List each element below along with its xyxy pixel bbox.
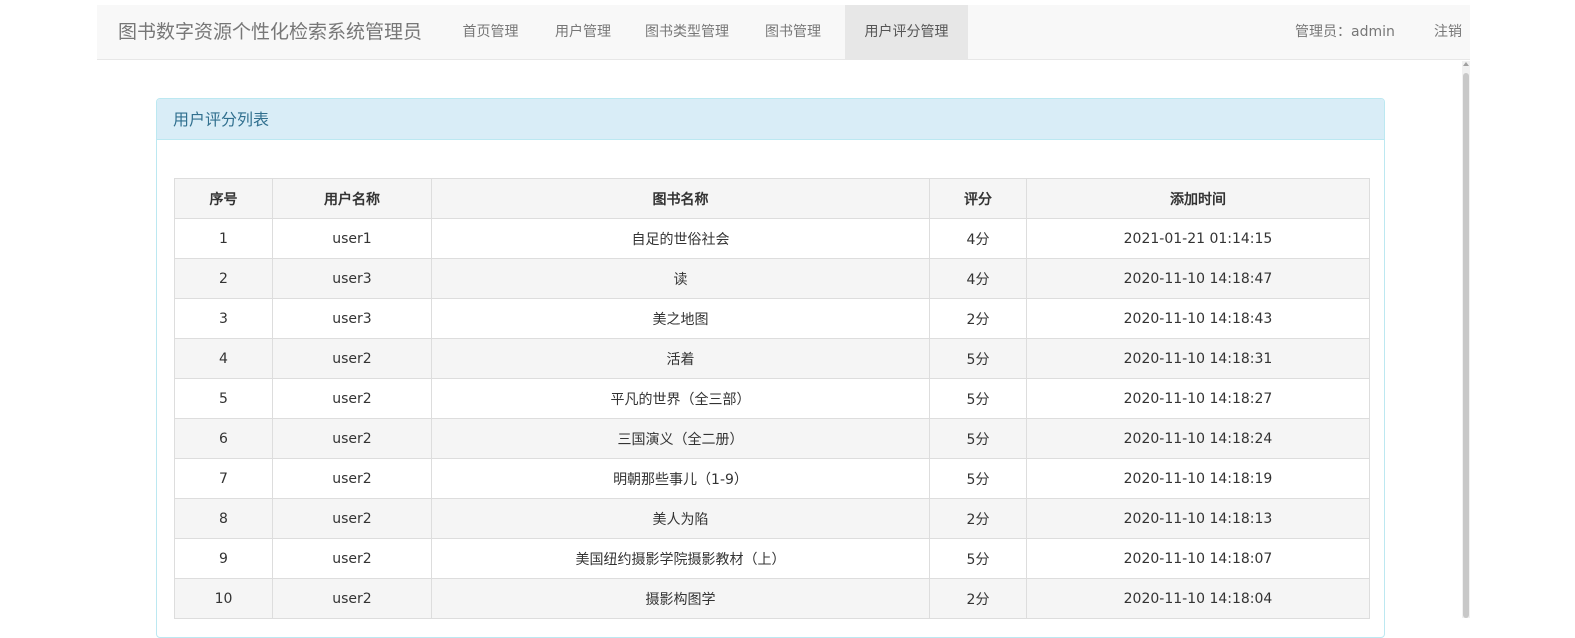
cell-index: 8	[174, 498, 273, 539]
scrollbar-thumb[interactable]	[1463, 73, 1469, 618]
cell-book-name: 平凡的世界（全三部）	[431, 378, 930, 419]
table-row: 10 user2 摄影构图学 2分 2020-11-10 14:18:04	[174, 578, 1370, 619]
cell-rating: 5分	[929, 538, 1027, 579]
cell-rating: 5分	[929, 458, 1027, 499]
cell-username: user1	[272, 218, 432, 259]
cell-rating: 5分	[929, 418, 1027, 459]
cell-rating: 4分	[929, 258, 1027, 299]
nav-item-user-ratings[interactable]: 用户评分管理	[845, 5, 968, 60]
nav-item-users[interactable]: 用户管理	[543, 5, 623, 60]
cell-added-time: 2020-11-10 14:18:31	[1026, 338, 1370, 379]
cell-added-time: 2020-11-10 14:18:47	[1026, 258, 1370, 299]
admin-user-label[interactable]: 管理员：admin	[1295, 5, 1395, 60]
ratings-panel: 用户评分列表 序号 用户名称 图书名称 评分 添加时间 1 user1 自足的世…	[156, 98, 1385, 638]
cell-book-name: 三国演义（全二册）	[431, 418, 930, 459]
cell-index: 6	[174, 418, 273, 459]
cell-rating: 2分	[929, 298, 1027, 339]
ratings-table: 序号 用户名称 图书名称 评分 添加时间 1 user1 自足的世俗社会 4分 …	[174, 178, 1370, 619]
cell-rating: 5分	[929, 338, 1027, 379]
cell-index: 10	[174, 578, 273, 619]
cell-index: 2	[174, 258, 273, 299]
cell-book-name: 读	[431, 258, 930, 299]
cell-book-name: 活着	[431, 338, 930, 379]
cell-book-name: 摄影构图学	[431, 578, 930, 619]
app-window: 图书数字资源个性化检索系统管理员 首页管理 用户管理 图书类型管理 图书管理 用…	[97, 0, 1470, 638]
cell-index: 7	[174, 458, 273, 499]
cell-added-time: 2020-11-10 14:18:43	[1026, 298, 1370, 339]
logout-link[interactable]: 注销	[1434, 5, 1462, 60]
col-header-rating: 评分	[929, 178, 1027, 219]
cell-username: user2	[272, 498, 432, 539]
col-header-index: 序号	[174, 178, 273, 219]
col-header-username: 用户名称	[272, 178, 432, 219]
cell-book-name: 美国纽约摄影学院摄影教材（上）	[431, 538, 930, 579]
table-row: 4 user2 活着 5分 2020-11-10 14:18:31	[174, 338, 1370, 379]
table-row: 6 user2 三国演义（全二册） 5分 2020-11-10 14:18:24	[174, 418, 1370, 459]
navbar: 图书数字资源个性化检索系统管理员 首页管理 用户管理 图书类型管理 图书管理 用…	[97, 5, 1470, 60]
table-header-row: 序号 用户名称 图书名称 评分 添加时间	[174, 178, 1370, 219]
cell-book-name: 美人为陷	[431, 498, 930, 539]
cell-username: user3	[272, 258, 432, 299]
cell-username: user2	[272, 578, 432, 619]
table-row: 5 user2 平凡的世界（全三部） 5分 2020-11-10 14:18:2…	[174, 378, 1370, 419]
cell-index: 4	[174, 338, 273, 379]
cell-rating: 4分	[929, 218, 1027, 259]
col-header-book-name: 图书名称	[431, 178, 930, 219]
cell-rating: 2分	[929, 578, 1027, 619]
panel-title: 用户评分列表	[157, 99, 1384, 140]
cell-index: 9	[174, 538, 273, 579]
nav-item-book-types[interactable]: 图书类型管理	[633, 5, 741, 60]
cell-book-name: 美之地图	[431, 298, 930, 339]
cell-username: user2	[272, 338, 432, 379]
cell-rating: 2分	[929, 498, 1027, 539]
cell-index: 1	[174, 218, 273, 259]
cell-username: user2	[272, 418, 432, 459]
cell-index: 3	[174, 298, 273, 339]
cell-index: 5	[174, 378, 273, 419]
cell-added-time: 2020-11-10 14:18:04	[1026, 578, 1370, 619]
table-row: 8 user2 美人为陷 2分 2020-11-10 14:18:13	[174, 498, 1370, 539]
table-row: 9 user2 美国纽约摄影学院摄影教材（上） 5分 2020-11-10 14…	[174, 538, 1370, 579]
table-row: 1 user1 自足的世俗社会 4分 2021-01-21 01:14:15	[174, 218, 1370, 259]
nav-item-books[interactable]: 图书管理	[751, 5, 835, 60]
cell-added-time: 2020-11-10 14:18:07	[1026, 538, 1370, 579]
cell-username: user2	[272, 538, 432, 579]
cell-added-time: 2021-01-21 01:14:15	[1026, 218, 1370, 259]
vertical-scrollbar[interactable]	[1462, 61, 1470, 618]
cell-book-name: 自足的世俗社会	[431, 218, 930, 259]
cell-username: user3	[272, 298, 432, 339]
cell-username: user2	[272, 378, 432, 419]
nav-item-home[interactable]: 首页管理	[448, 5, 533, 60]
scroll-up-arrow-icon[interactable]	[1463, 62, 1469, 66]
table-row: 2 user3 读 4分 2020-11-10 14:18:47	[174, 258, 1370, 299]
brand-title[interactable]: 图书数字资源个性化检索系统管理员	[118, 5, 422, 60]
table-row: 3 user3 美之地图 2分 2020-11-10 14:18:43	[174, 298, 1370, 339]
cell-book-name: 明朝那些事儿（1-9）	[431, 458, 930, 499]
cell-added-time: 2020-11-10 14:18:24	[1026, 418, 1370, 459]
cell-username: user2	[272, 458, 432, 499]
cell-added-time: 2020-11-10 14:18:27	[1026, 378, 1370, 419]
cell-rating: 5分	[929, 378, 1027, 419]
cell-added-time: 2020-11-10 14:18:13	[1026, 498, 1370, 539]
col-header-added-time: 添加时间	[1026, 178, 1370, 219]
table-row: 7 user2 明朝那些事儿（1-9） 5分 2020-11-10 14:18:…	[174, 458, 1370, 499]
cell-added-time: 2020-11-10 14:18:19	[1026, 458, 1370, 499]
